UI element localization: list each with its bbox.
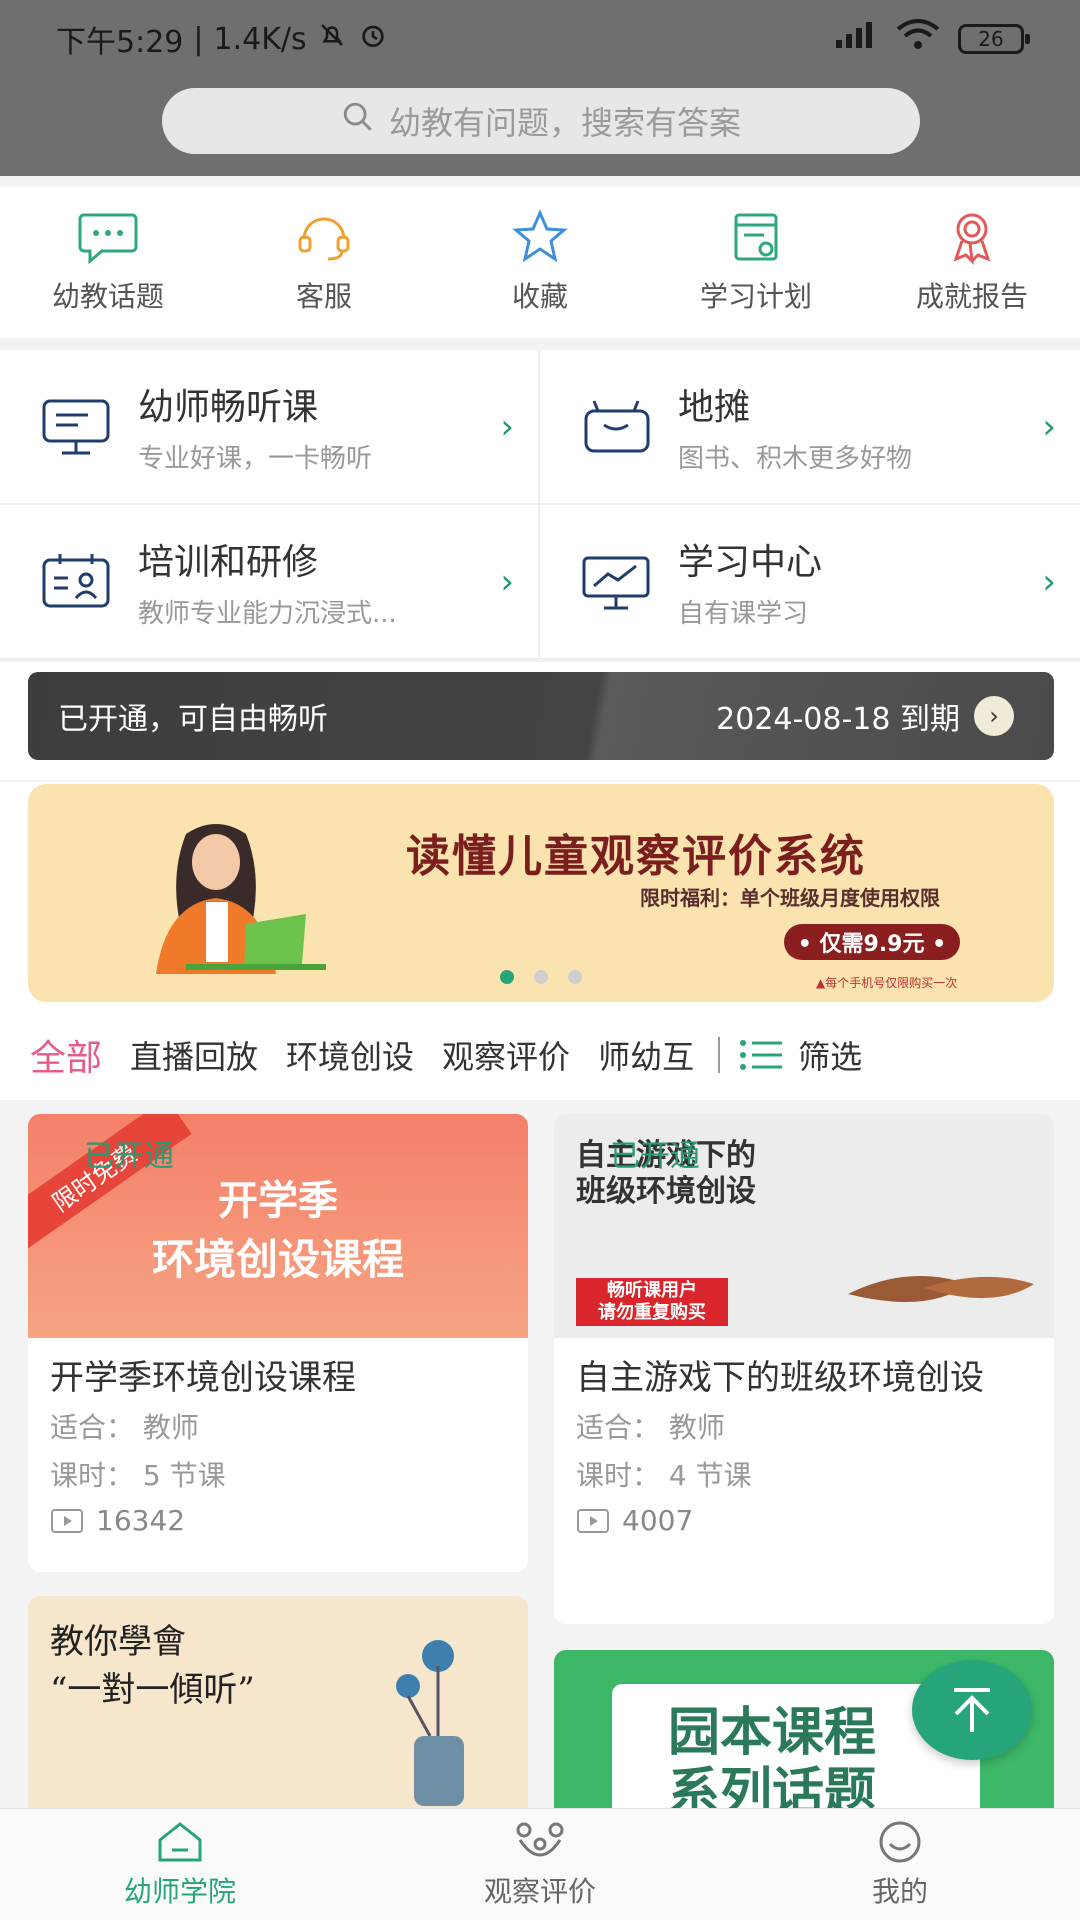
search-input[interactable]: 幼教有问题，搜索有答案 bbox=[162, 88, 920, 154]
feature-study-center[interactable]: 学习中心 自有课学习 › bbox=[540, 505, 1080, 660]
tab-teacher-child[interactable]: 师幼互 bbox=[598, 1032, 708, 1078]
course-lessons: 课时： 4 节课 bbox=[576, 1459, 752, 1492]
mute-icon bbox=[317, 20, 347, 58]
course-card[interactable]: 自主游戏下的 班级环境创设 畅听课用户 请勿重复购买 自主游戏下的班级环境创设 … bbox=[554, 1114, 1054, 1624]
quick-achievement[interactable]: 成就报告 bbox=[864, 186, 1080, 338]
pager-dot[interactable] bbox=[568, 970, 582, 984]
membership-expire: 2024-08-18 到期 bbox=[716, 702, 960, 737]
course-cover: 教你學會 “一對一傾听” bbox=[28, 1596, 528, 1808]
banner-subtitle: 限时福利：单个班级月度使用权限 bbox=[640, 886, 940, 910]
course-views: 16342 bbox=[96, 1504, 186, 1537]
status-speed: 1.4K/s bbox=[213, 21, 307, 57]
pager-dot[interactable] bbox=[500, 970, 514, 984]
home-icon bbox=[158, 1821, 202, 1861]
membership-status: 已开通，可自由畅听 bbox=[58, 702, 328, 737]
filter-button[interactable]: 筛选 bbox=[738, 1032, 862, 1078]
arrow-up-icon bbox=[954, 1688, 990, 1732]
course-card[interactable]: 教你學會 “一對一傾听” bbox=[28, 1596, 528, 1808]
headset-icon bbox=[298, 217, 350, 261]
wifi-icon bbox=[896, 19, 940, 59]
battery-icon: 26 bbox=[958, 24, 1030, 54]
feature-training[interactable]: 培训和研修 教师专业能力沉浸式... › bbox=[0, 505, 540, 660]
course-views: 4007 bbox=[622, 1504, 694, 1537]
search-icon bbox=[341, 100, 375, 142]
course-audience: 适合： 教师 bbox=[50, 1411, 199, 1444]
signal-icon bbox=[834, 20, 878, 58]
cover-line2: 系列话题 bbox=[668, 1763, 877, 1808]
pager-dot[interactable] bbox=[534, 970, 548, 984]
quick-favorites[interactable]: 收藏 bbox=[432, 186, 648, 338]
training-icon bbox=[42, 553, 110, 607]
teacher-illustration bbox=[156, 824, 326, 974]
play-icon bbox=[577, 1508, 609, 1533]
chevron-right-icon: › bbox=[974, 696, 1014, 736]
cover-line2: “一對一傾听” bbox=[50, 1670, 255, 1710]
course-audience: 适合： 教师 bbox=[576, 1411, 725, 1444]
play-icon bbox=[51, 1508, 83, 1533]
bottom-nav: 幼师学院 观察评价 我的 bbox=[0, 1808, 1080, 1920]
bag-icon bbox=[584, 399, 650, 452]
course-status: 已开通 bbox=[610, 1139, 700, 1174]
course-lessons: 课时： 5 节课 bbox=[50, 1459, 226, 1492]
banner-price: • 仅需9.9元 • bbox=[784, 924, 960, 960]
banner-title: 读懂儿童观察评价系统 bbox=[406, 831, 866, 882]
feature-stall[interactable]: 地摊 图书、积木更多好物 › bbox=[540, 350, 1080, 505]
cover-stamp: 畅听课用户 请勿重复购买 bbox=[576, 1278, 728, 1326]
category-tabs: 全部 直播回放 环境创设 观察评价 师幼互 筛选 bbox=[0, 1010, 1080, 1100]
chevron-right-icon: › bbox=[1042, 561, 1056, 602]
promo-banner[interactable]: 读懂儿童观察评价系统 限时福利：单个班级月度使用权限 • 仅需9.9元 • ▲每… bbox=[28, 784, 1054, 1002]
banner-pager bbox=[500, 970, 582, 984]
star-icon bbox=[512, 209, 568, 263]
calendar-icon bbox=[734, 213, 778, 261]
alarm-icon bbox=[357, 19, 389, 59]
chevron-right-icon: › bbox=[500, 561, 514, 602]
tab-divider bbox=[718, 1037, 721, 1073]
course-status: 已开通 bbox=[84, 1139, 174, 1174]
list-icon bbox=[740, 1040, 783, 1070]
quick-service[interactable]: 客服 bbox=[216, 186, 432, 338]
quick-study-plan[interactable]: 学习计划 bbox=[648, 186, 864, 338]
nav-academy[interactable]: 幼师学院 bbox=[0, 1809, 360, 1920]
vase-illustration bbox=[396, 1640, 464, 1806]
tab-live-replay[interactable]: 直播回放 bbox=[130, 1032, 258, 1078]
membership-bar[interactable]: 已开通，可自由畅听 2024-08-18 到期 › bbox=[28, 672, 1054, 760]
back-to-top-button[interactable] bbox=[912, 1660, 1032, 1760]
chart-board-icon bbox=[582, 556, 650, 609]
chat-icon bbox=[78, 213, 138, 265]
nav-mine[interactable]: 我的 bbox=[720, 1809, 1080, 1920]
tab-observation[interactable]: 观察评价 bbox=[442, 1032, 570, 1078]
course-card[interactable]: 限时免费 开学季 环境创设课程 开学季环境创设课程 适合： 教师 课时： 5 节… bbox=[28, 1114, 528, 1572]
search-placeholder: 幼教有问题，搜索有答案 bbox=[388, 104, 741, 142]
chevron-right-icon: › bbox=[1042, 406, 1056, 447]
chevron-right-icon: › bbox=[500, 406, 514, 447]
smile-icon bbox=[879, 1821, 921, 1862]
leaf-illustration bbox=[848, 1276, 1034, 1302]
cover-line2: 环境创设课程 bbox=[151, 1235, 404, 1284]
feature-listen-course[interactable]: 幼师畅听课 专业好课，一卡畅听 › bbox=[0, 350, 540, 505]
quick-entries: 幼教话题 客服 收藏 学习计划 成就报告 bbox=[0, 186, 1080, 338]
nav-observation[interactable]: 观察评价 bbox=[360, 1809, 720, 1920]
quick-topics[interactable]: 幼教话题 bbox=[0, 186, 216, 338]
status-time: 下午5:29 bbox=[56, 25, 184, 60]
banner-note: ▲每个手机号仅限购买一次 bbox=[816, 976, 958, 990]
cover-line1: 教你學會 bbox=[50, 1622, 186, 1662]
top-header: 下午5:29 | 1.4K/s 26 幼教有问题，搜索有答案 bbox=[0, 0, 1080, 176]
tab-environment[interactable]: 环境创设 bbox=[286, 1032, 414, 1078]
board-icon bbox=[42, 399, 110, 454]
course-title: 自主游戏下的班级环境创设 bbox=[576, 1358, 984, 1398]
feature-grid: 幼师畅听课 专业好课，一卡畅听 › 地摊 图书、积木更多好物 › 培训和研修 教师专业… bbox=[0, 350, 1080, 660]
observe-icon bbox=[516, 1822, 564, 1856]
medal-icon bbox=[953, 213, 991, 265]
course-title: 开学季环境创设课程 bbox=[50, 1358, 356, 1398]
status-bar: 下午5:29 | 1.4K/s 26 bbox=[0, 0, 1080, 78]
tab-all[interactable]: 全部 bbox=[30, 1029, 102, 1081]
